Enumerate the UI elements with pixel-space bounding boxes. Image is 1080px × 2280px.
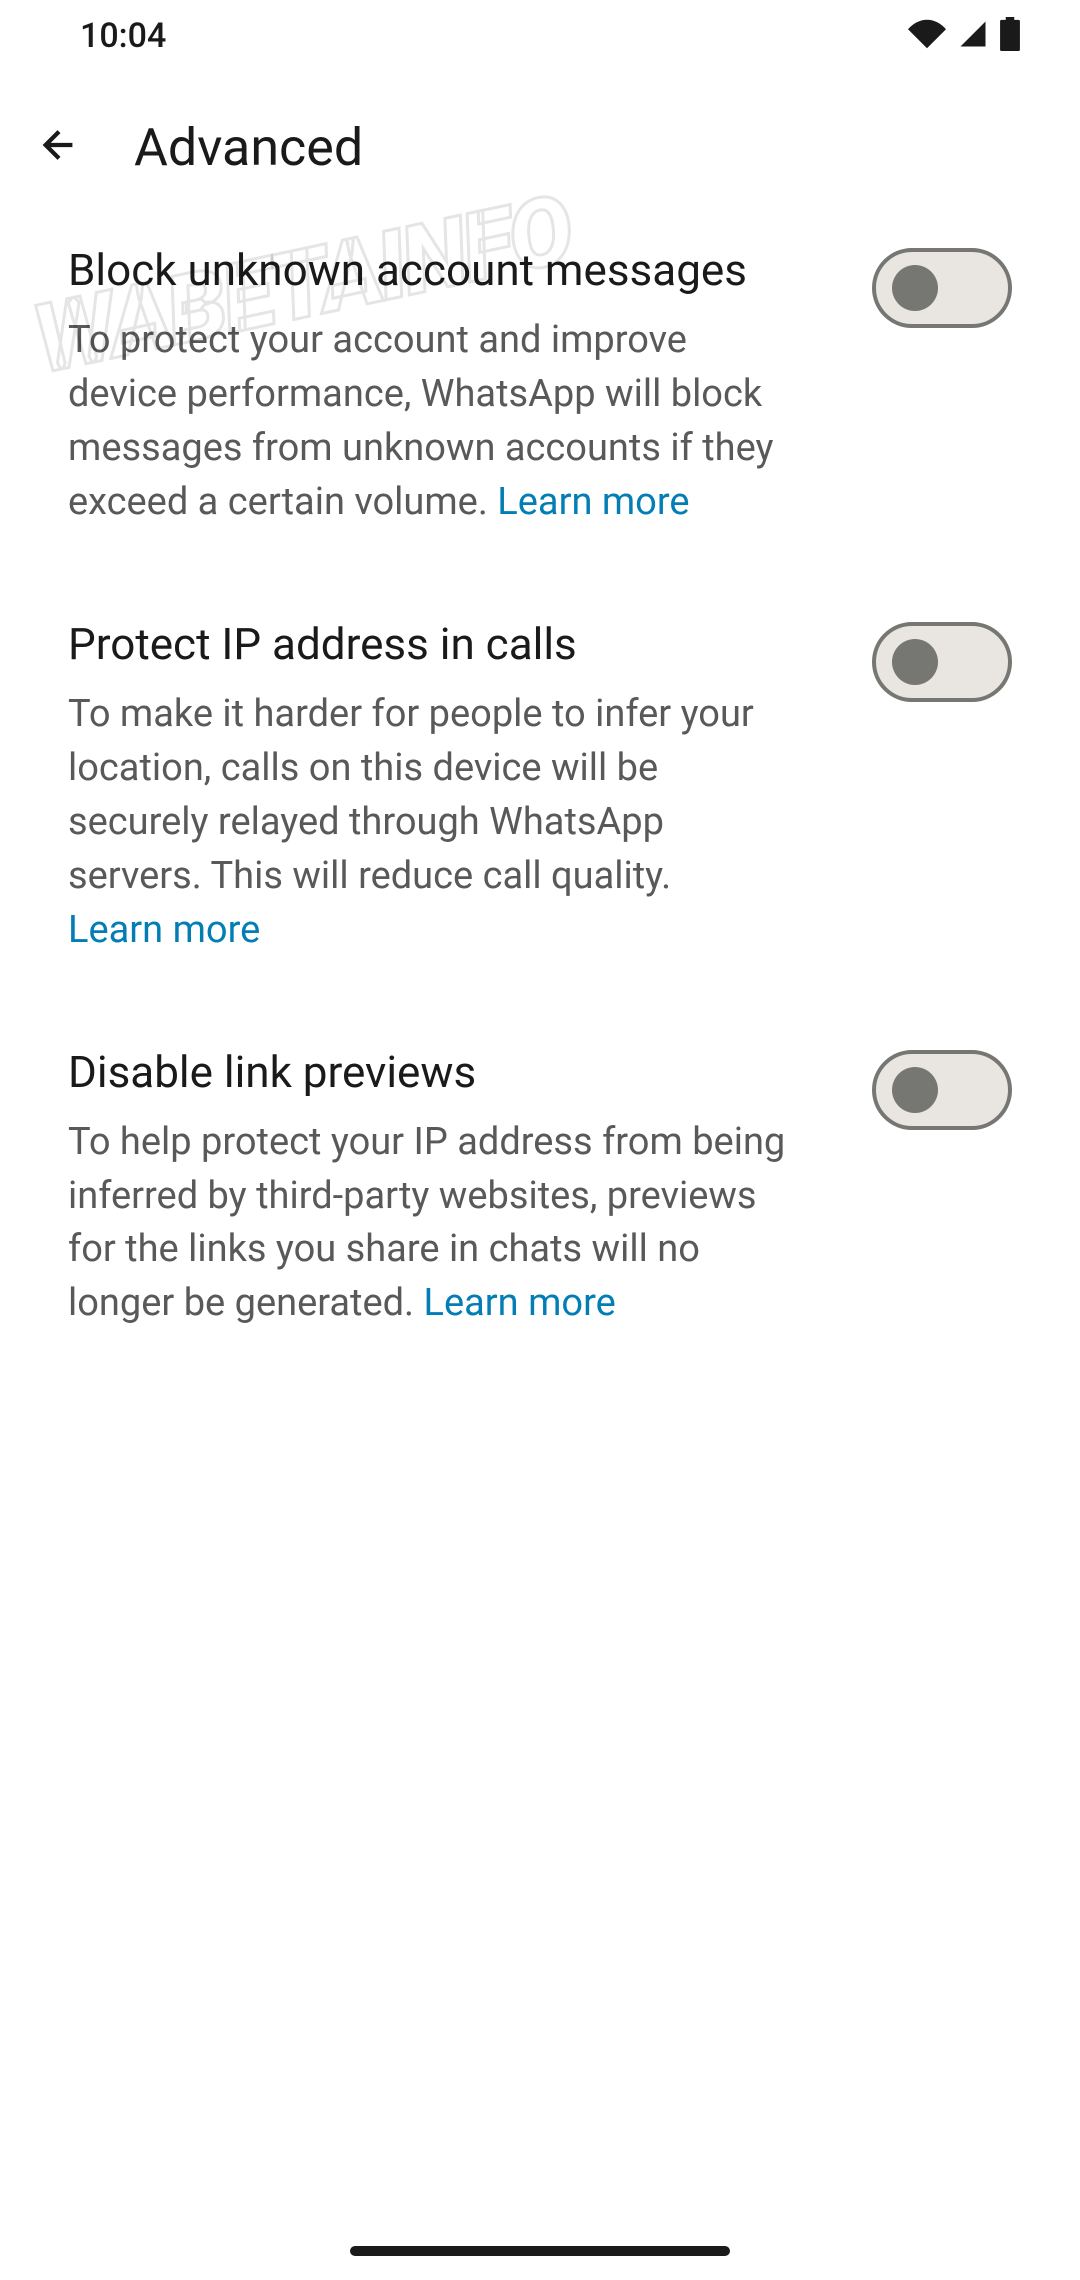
- toggle-knob: [892, 1067, 938, 1113]
- status-time: 10:04: [80, 16, 166, 56]
- arrow-left-icon: [36, 122, 82, 172]
- setting-description: To protect your account and improve devi…: [68, 314, 792, 530]
- setting-text-block: Disable link previews To help protect yo…: [68, 1046, 872, 1332]
- setting-text-block: Protect IP address in calls To make it h…: [68, 618, 872, 958]
- signal-icon: [958, 19, 988, 53]
- toggle-disable-previews[interactable]: [872, 1050, 1012, 1130]
- setting-title: Protect IP address in calls: [68, 618, 792, 670]
- learn-more-link[interactable]: Learn more: [68, 908, 260, 952]
- setting-title: Block unknown account messages: [68, 244, 792, 296]
- toggle-knob: [892, 265, 938, 311]
- page-title: Advanced: [134, 117, 363, 178]
- app-bar: Advanced: [0, 72, 1080, 222]
- wifi-icon: [908, 19, 946, 53]
- battery-icon: [1000, 17, 1020, 55]
- setting-block-unknown[interactable]: Block unknown account messages To protec…: [68, 222, 1012, 580]
- toggle-protect-ip[interactable]: [872, 622, 1012, 702]
- settings-list: Block unknown account messages To protec…: [0, 222, 1080, 1381]
- back-button[interactable]: [34, 122, 84, 172]
- setting-title: Disable link previews: [68, 1046, 792, 1098]
- setting-protect-ip[interactable]: Protect IP address in calls To make it h…: [68, 580, 1012, 1008]
- setting-disable-previews[interactable]: Disable link previews To help protect yo…: [68, 1008, 1012, 1382]
- status-bar: 10:04: [0, 0, 1080, 72]
- toggle-knob: [892, 639, 938, 685]
- toggle-block-unknown[interactable]: [872, 248, 1012, 328]
- nav-handle[interactable]: [350, 2246, 730, 2256]
- status-icons: [908, 17, 1020, 55]
- learn-more-link[interactable]: Learn more: [424, 1281, 616, 1325]
- setting-text-block: Block unknown account messages To protec…: [68, 244, 872, 530]
- learn-more-link[interactable]: Learn more: [497, 480, 689, 524]
- setting-description: To make it harder for people to infer yo…: [68, 688, 792, 958]
- setting-description: To help protect your IP address from bei…: [68, 1116, 792, 1332]
